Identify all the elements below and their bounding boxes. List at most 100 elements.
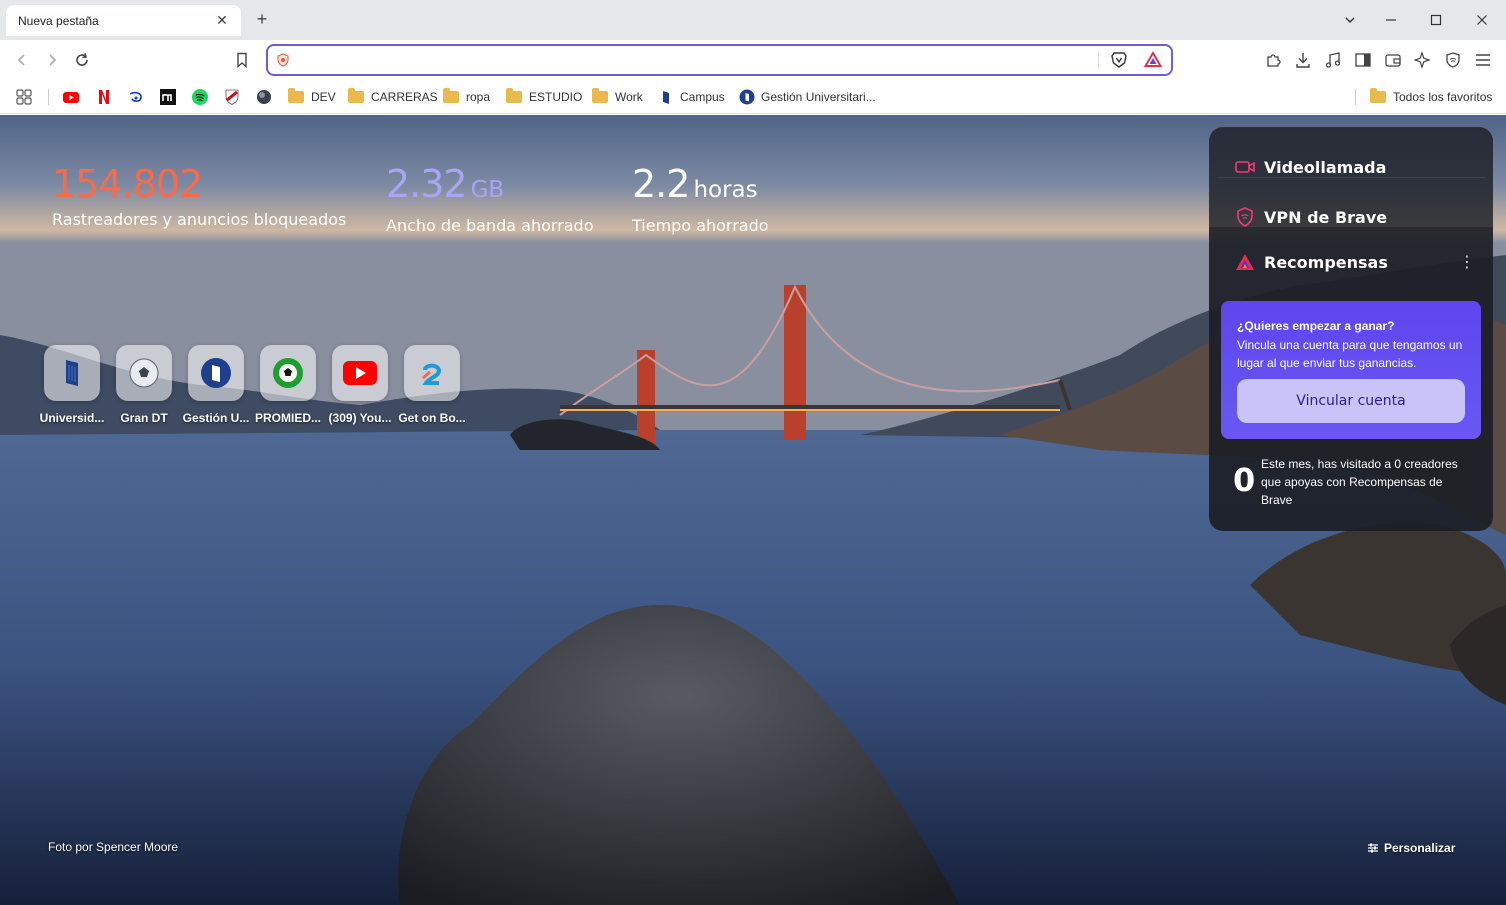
video-camera-icon [1235,161,1255,173]
all-bookmarks-folder[interactable]: Todos los favoritos [1370,87,1492,107]
stat-label: Tiempo ahorrado [632,216,769,235]
brave-widgets-card: Videollamada VPN de Brave [1209,127,1493,227]
gestion-icon [201,358,231,388]
download-icon[interactable] [1293,50,1313,70]
menu-icon[interactable] [1473,50,1493,70]
stat-value: 154.802 [52,160,346,208]
back-icon[interactable] [10,48,34,72]
bookmark-folder-carreras[interactable]: CARRERAS [348,87,438,107]
bookmark-folder-estudio[interactable]: ESTUDIO [506,87,582,107]
bandwidth-saved-value: 2.32 [386,162,468,206]
media-icon[interactable] [1323,50,1343,70]
bookmark-folder-work[interactable]: Work [592,87,643,107]
folder-icon [506,88,522,103]
netflix-bookmark-icon[interactable] [96,87,118,107]
close-tab-icon[interactable]: ✕ [213,12,231,30]
close-window-icon[interactable] [1470,8,1494,32]
site-tile[interactable] [260,345,316,401]
creators-text: Este mes, has visitado a 0 creadores que… [1261,457,1458,507]
address-bar[interactable] [266,44,1173,76]
top-site-promiedos[interactable]: PROMIED... [252,345,324,425]
chevron-down-icon[interactable] [1338,8,1362,32]
trackers-blocked-count: 154.802 [52,162,203,206]
top-site-get-on-board[interactable]: Get on Bo... [396,345,468,425]
maximize-icon[interactable] [1424,8,1448,32]
site-info-icon[interactable] [276,53,290,67]
soccer-ball-icon [129,358,159,388]
site-label: Gran DT [120,411,168,425]
stat-bandwidth: 2.32 GB Ancho de banda ahorrado [386,160,594,235]
bookmarks-bar: DEV CARRERAS ropa ESTUDIO Work Campus Ge… [0,80,1506,114]
promo-heading: ¿Quieres empezar a ganar? [1237,319,1395,333]
leo-ai-icon[interactable] [1413,50,1433,70]
top-site-gestion[interactable]: Gestión U... [180,345,252,425]
forward-icon[interactable] [40,48,64,72]
customize-label: Personalizar [1384,841,1456,855]
bookmarks-divider [48,89,49,105]
river-plate-bookmark-icon[interactable] [224,87,246,107]
video-call-widget[interactable]: Videollamada [1234,155,1386,179]
stat-label: Ancho de banda ahorrado [386,216,594,235]
m-bookmark-icon[interactable] [160,87,182,107]
spotify-bookmark-icon[interactable] [192,87,214,107]
bookmark-label: Gestión Universitari... [761,90,876,104]
video-call-label: Videollamada [1264,157,1387,177]
rewards-card: Recompensas ⋮ ¿Quieres empezar a ganar? … [1209,227,1493,531]
stat-value: 2.32 GB [386,160,594,214]
top-site-universidad[interactable]: Universid... [36,345,108,425]
site-tile[interactable] [332,345,388,401]
bookmark-campus[interactable]: Campus [658,87,725,107]
url-input[interactable] [298,50,1098,70]
youtube-icon [343,361,377,385]
rewards-header: Recompensas [1234,251,1388,273]
extensions-icon[interactable] [1264,50,1284,70]
new-tab-button[interactable]: + [252,9,272,29]
bandwidth-unit: GB [470,177,505,203]
vpn-shield-icon [1237,207,1253,227]
bat-triangle-icon [1236,254,1254,270]
promo-text: Vincula una cuenta para que tengamos un … [1237,338,1463,370]
tab-new-tab[interactable]: Nueva pestaña ✕ [6,5,241,36]
reload-icon[interactable] [70,48,94,72]
top-site-youtube[interactable]: (309) You... [324,345,396,425]
bookmark-icon[interactable] [230,48,254,72]
photo-credit[interactable]: Foto por Spencer Moore [48,840,178,854]
url-divider [1098,51,1099,69]
rewards-promo: ¿Quieres empezar a ganar? Vincula una cu… [1221,301,1481,439]
youtube-bookmark-icon[interactable] [63,87,85,107]
brave-rewards-icon[interactable] [1144,51,1162,69]
bookmark-folder-ropa[interactable]: ropa [443,87,490,107]
wallet-icon[interactable] [1383,50,1403,70]
folder-icon [1370,88,1386,103]
more-options-icon[interactable]: ⋮ [1459,251,1475,273]
bookmark-label: ropa [466,90,491,104]
bookmark-label: ESTUDIO [529,90,583,104]
new-tab-page: 154.802 Rastreadores y anuncios bloquead… [0,115,1506,905]
settings-sliders-icon [1368,843,1378,853]
stat-label: Rastreadores y anuncios bloqueados [52,210,347,229]
customize-button[interactable]: Personalizar [1367,841,1455,855]
site-tile[interactable] [404,345,460,401]
sidebar-icon[interactable] [1353,50,1373,70]
minimize-icon[interactable] [1379,8,1403,32]
apps-icon[interactable] [16,87,32,107]
link-account-button[interactable]: Vincular cuenta [1237,379,1465,423]
disney-bookmark-icon[interactable] [128,87,150,107]
bookmark-label: Todos los favoritos [1393,90,1493,104]
tab-title: Nueva pestaña [18,13,99,28]
bookmark-gestion-universitaria[interactable]: Gestión Universitari... [739,87,876,107]
top-site-gran-dt[interactable]: Gran DT [108,345,180,425]
site-label: Universid... [39,411,105,425]
folder-icon [348,88,364,103]
site-tile[interactable] [116,345,172,401]
time-unit: horas [693,177,758,203]
promiedos-icon [273,358,303,388]
site-label: (309) You... [328,411,392,425]
vpn-icon[interactable] [1443,50,1463,70]
site-tile[interactable] [44,345,100,401]
globe-bookmark-icon[interactable] [256,87,278,107]
brave-shields-icon[interactable] [1110,51,1128,69]
site-tile[interactable] [188,345,244,401]
vpn-widget[interactable]: VPN de Brave [1234,205,1387,229]
bookmark-folder-dev[interactable]: DEV [288,87,336,107]
